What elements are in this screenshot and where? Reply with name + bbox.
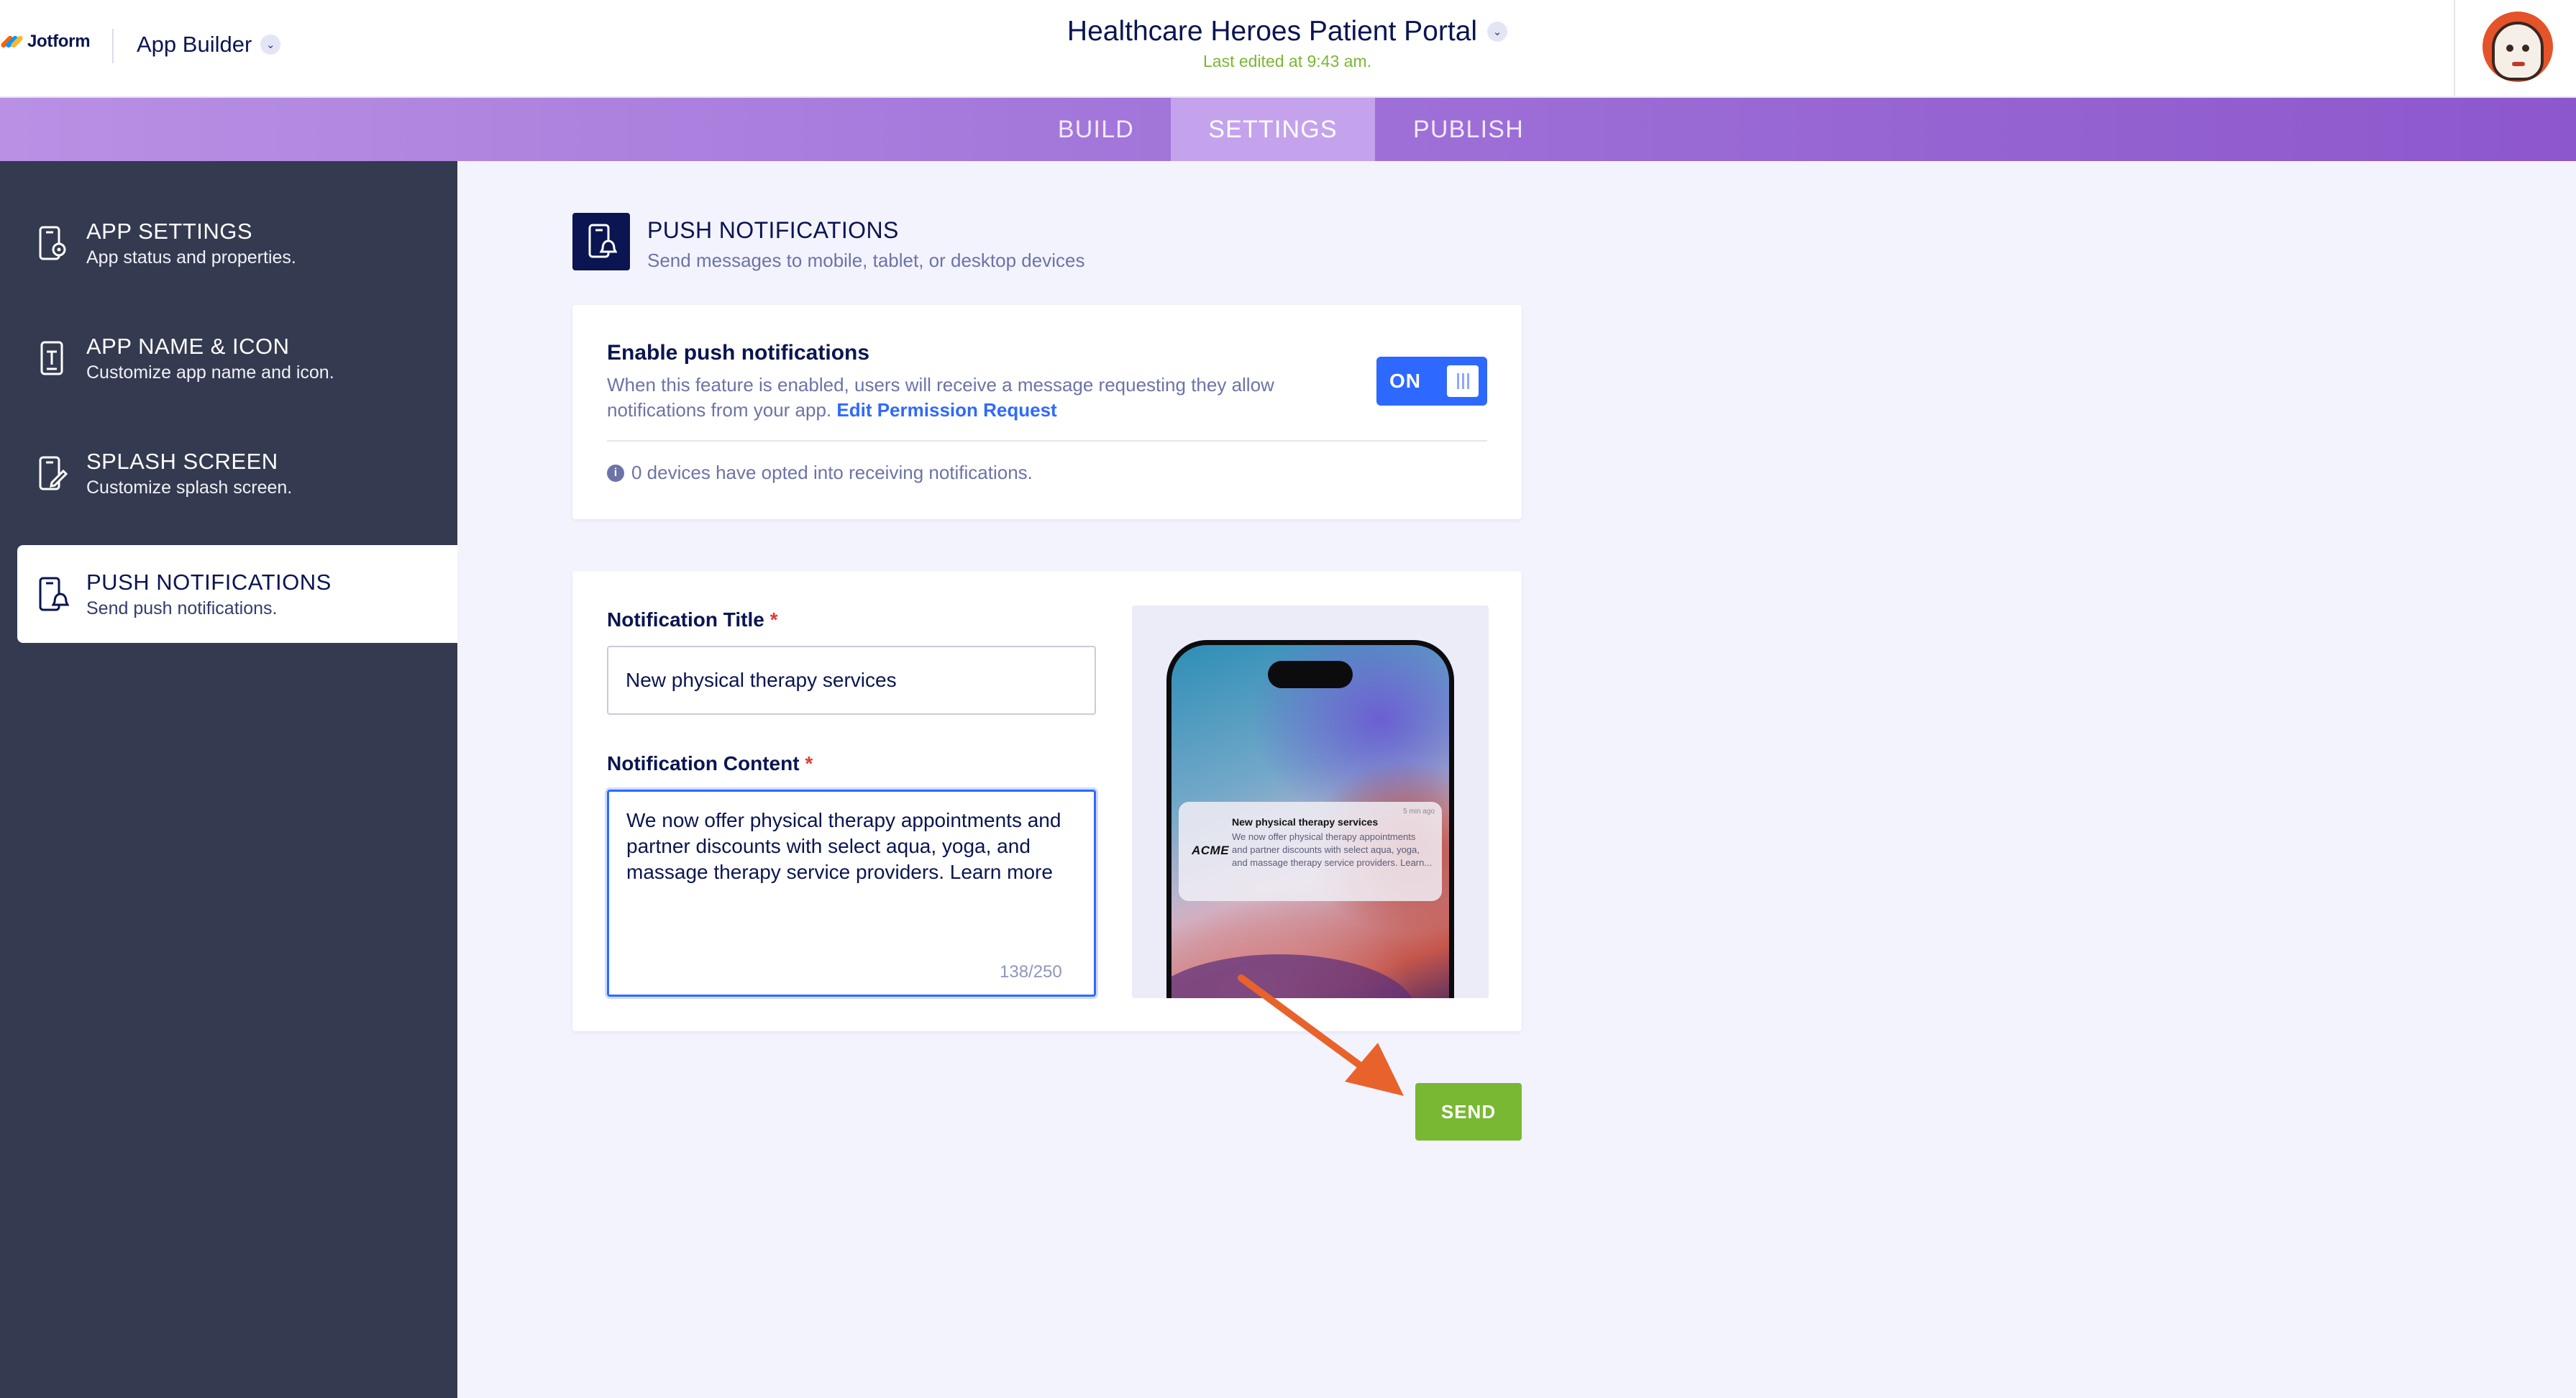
user-avatar[interactable] bbox=[2483, 12, 2553, 82]
app-title: Healthcare Heroes Patient Portal bbox=[1067, 16, 1478, 47]
divider bbox=[607, 440, 1487, 442]
opt-in-info: i 0 devices have opted into receiving no… bbox=[607, 462, 1033, 484]
preview-brand: ACME bbox=[1192, 844, 1230, 857]
preview-body: We now offer physical therapy appointmen… bbox=[1232, 831, 1433, 868]
required-asterisk: * bbox=[769, 608, 778, 631]
phone-gear-icon bbox=[39, 226, 66, 260]
phone-edit-icon bbox=[39, 456, 68, 490]
notification-title-label: Notification Title * bbox=[607, 608, 778, 631]
sidebar-item-subtitle: Customize splash screen. bbox=[86, 477, 293, 498]
section-subtitle: Send messages to mobile, tablet, or desk… bbox=[647, 250, 1085, 271]
opt-in-count-text: 0 devices have opted into receiving noti… bbox=[631, 462, 1033, 483]
settings-sidebar: APP SETTINGS App status and properties. … bbox=[0, 161, 457, 1398]
sidebar-item-title: APP SETTINGS bbox=[86, 218, 253, 244]
sidebar-item-push-notifications[interactable]: PUSH NOTIFICATIONS Send push notificatio… bbox=[17, 545, 457, 643]
sidebar-item-title: PUSH NOTIFICATIONS bbox=[86, 569, 332, 595]
label-text: Notification Title bbox=[607, 608, 764, 631]
sidebar-item-title: APP NAME & ICON bbox=[86, 333, 290, 359]
enable-push-card: Enable push notifications When this feat… bbox=[572, 305, 1522, 519]
label-text: Notification Content bbox=[607, 752, 800, 775]
dynamic-island bbox=[1268, 661, 1353, 688]
preview-notification: ACME 5 min ago New physical therapy serv… bbox=[1179, 802, 1442, 901]
sidebar-item-subtitle: App status and properties. bbox=[86, 247, 296, 268]
push-notification-icon bbox=[572, 213, 630, 270]
notification-content-label: Notification Content * bbox=[607, 752, 813, 775]
enable-push-description: When this feature is enabled, users will… bbox=[607, 373, 1297, 423]
sidebar-item-app-settings[interactable]: APP SETTINGS App status and properties. bbox=[17, 194, 457, 292]
avatar-face-icon bbox=[2492, 22, 2544, 81]
info-icon: i bbox=[607, 464, 624, 482]
toggle-label: ON bbox=[1389, 370, 1421, 392]
sidebar-item-subtitle: Customize app name and icon. bbox=[86, 362, 334, 383]
main-tab-bar: BUILD SETTINGS PUBLISH bbox=[0, 98, 2576, 161]
app-title-block: Healthcare Heroes Patient Portal ⌄ Last … bbox=[935, 16, 1640, 71]
notification-title-input[interactable] bbox=[607, 646, 1096, 715]
app-title-dropdown[interactable]: Healthcare Heroes Patient Portal ⌄ bbox=[1067, 16, 1508, 47]
app-builder-menu[interactable]: App Builder ⌄ bbox=[137, 32, 281, 58]
tab-settings[interactable]: SETTINGS bbox=[1171, 98, 1375, 161]
header-divider bbox=[2454, 0, 2455, 98]
preview-title: New physical therapy services bbox=[1232, 816, 1379, 828]
toggle-knob bbox=[1447, 365, 1479, 397]
phone-mockup: ACME 5 min ago New physical therapy serv… bbox=[1166, 640, 1454, 998]
last-edited-status: Last edited at 9:43 am. bbox=[1203, 52, 1371, 70]
section-header: PUSH NOTIFICATIONS Send messages to mobi… bbox=[572, 213, 1084, 272]
sidebar-item-app-name-icon[interactable]: APP NAME & ICON Customize app name and i… bbox=[17, 309, 457, 407]
preview-time: 5 min ago bbox=[1403, 808, 1435, 816]
required-asterisk: * bbox=[805, 752, 813, 775]
header-divider bbox=[112, 29, 114, 63]
app-header: Jotform App Builder ⌄ Healthcare Heroes … bbox=[0, 0, 2576, 98]
app-builder-label: App Builder bbox=[137, 32, 252, 57]
send-button[interactable]: SEND bbox=[1415, 1083, 1522, 1141]
annotation-arrow-icon bbox=[1238, 974, 1404, 1096]
sidebar-item-title: SPLASH SCREEN bbox=[86, 448, 278, 474]
sidebar-item-subtitle: Send push notifications. bbox=[86, 598, 278, 618]
edit-permission-request-link[interactable]: Edit Permission Request bbox=[836, 399, 1056, 421]
notification-preview: ACME 5 min ago New physical therapy serv… bbox=[1132, 606, 1489, 998]
phone-text-icon bbox=[40, 341, 63, 375]
logo-text: Jotform bbox=[27, 32, 91, 51]
enable-push-title: Enable push notifications bbox=[607, 341, 870, 365]
section-title: PUSH NOTIFICATIONS bbox=[647, 217, 899, 243]
chevron-down-icon: ⌄ bbox=[260, 35, 281, 55]
jotform-logo-icon bbox=[0, 33, 24, 50]
character-counter: 138/250 bbox=[1000, 962, 1062, 982]
tab-publish[interactable]: PUBLISH bbox=[1375, 98, 1562, 161]
tab-build[interactable]: BUILD bbox=[1021, 98, 1171, 161]
sidebar-item-splash-screen[interactable]: SPLASH SCREEN Customize splash screen. bbox=[17, 424, 457, 522]
jotform-logo[interactable]: Jotform bbox=[0, 32, 91, 52]
compose-notification-card: Notification Title * Notification Conten… bbox=[572, 571, 1522, 1031]
enable-push-toggle[interactable]: ON bbox=[1376, 357, 1487, 406]
phone-bell-icon bbox=[39, 577, 69, 611]
chevron-down-icon: ⌄ bbox=[1487, 22, 1508, 42]
